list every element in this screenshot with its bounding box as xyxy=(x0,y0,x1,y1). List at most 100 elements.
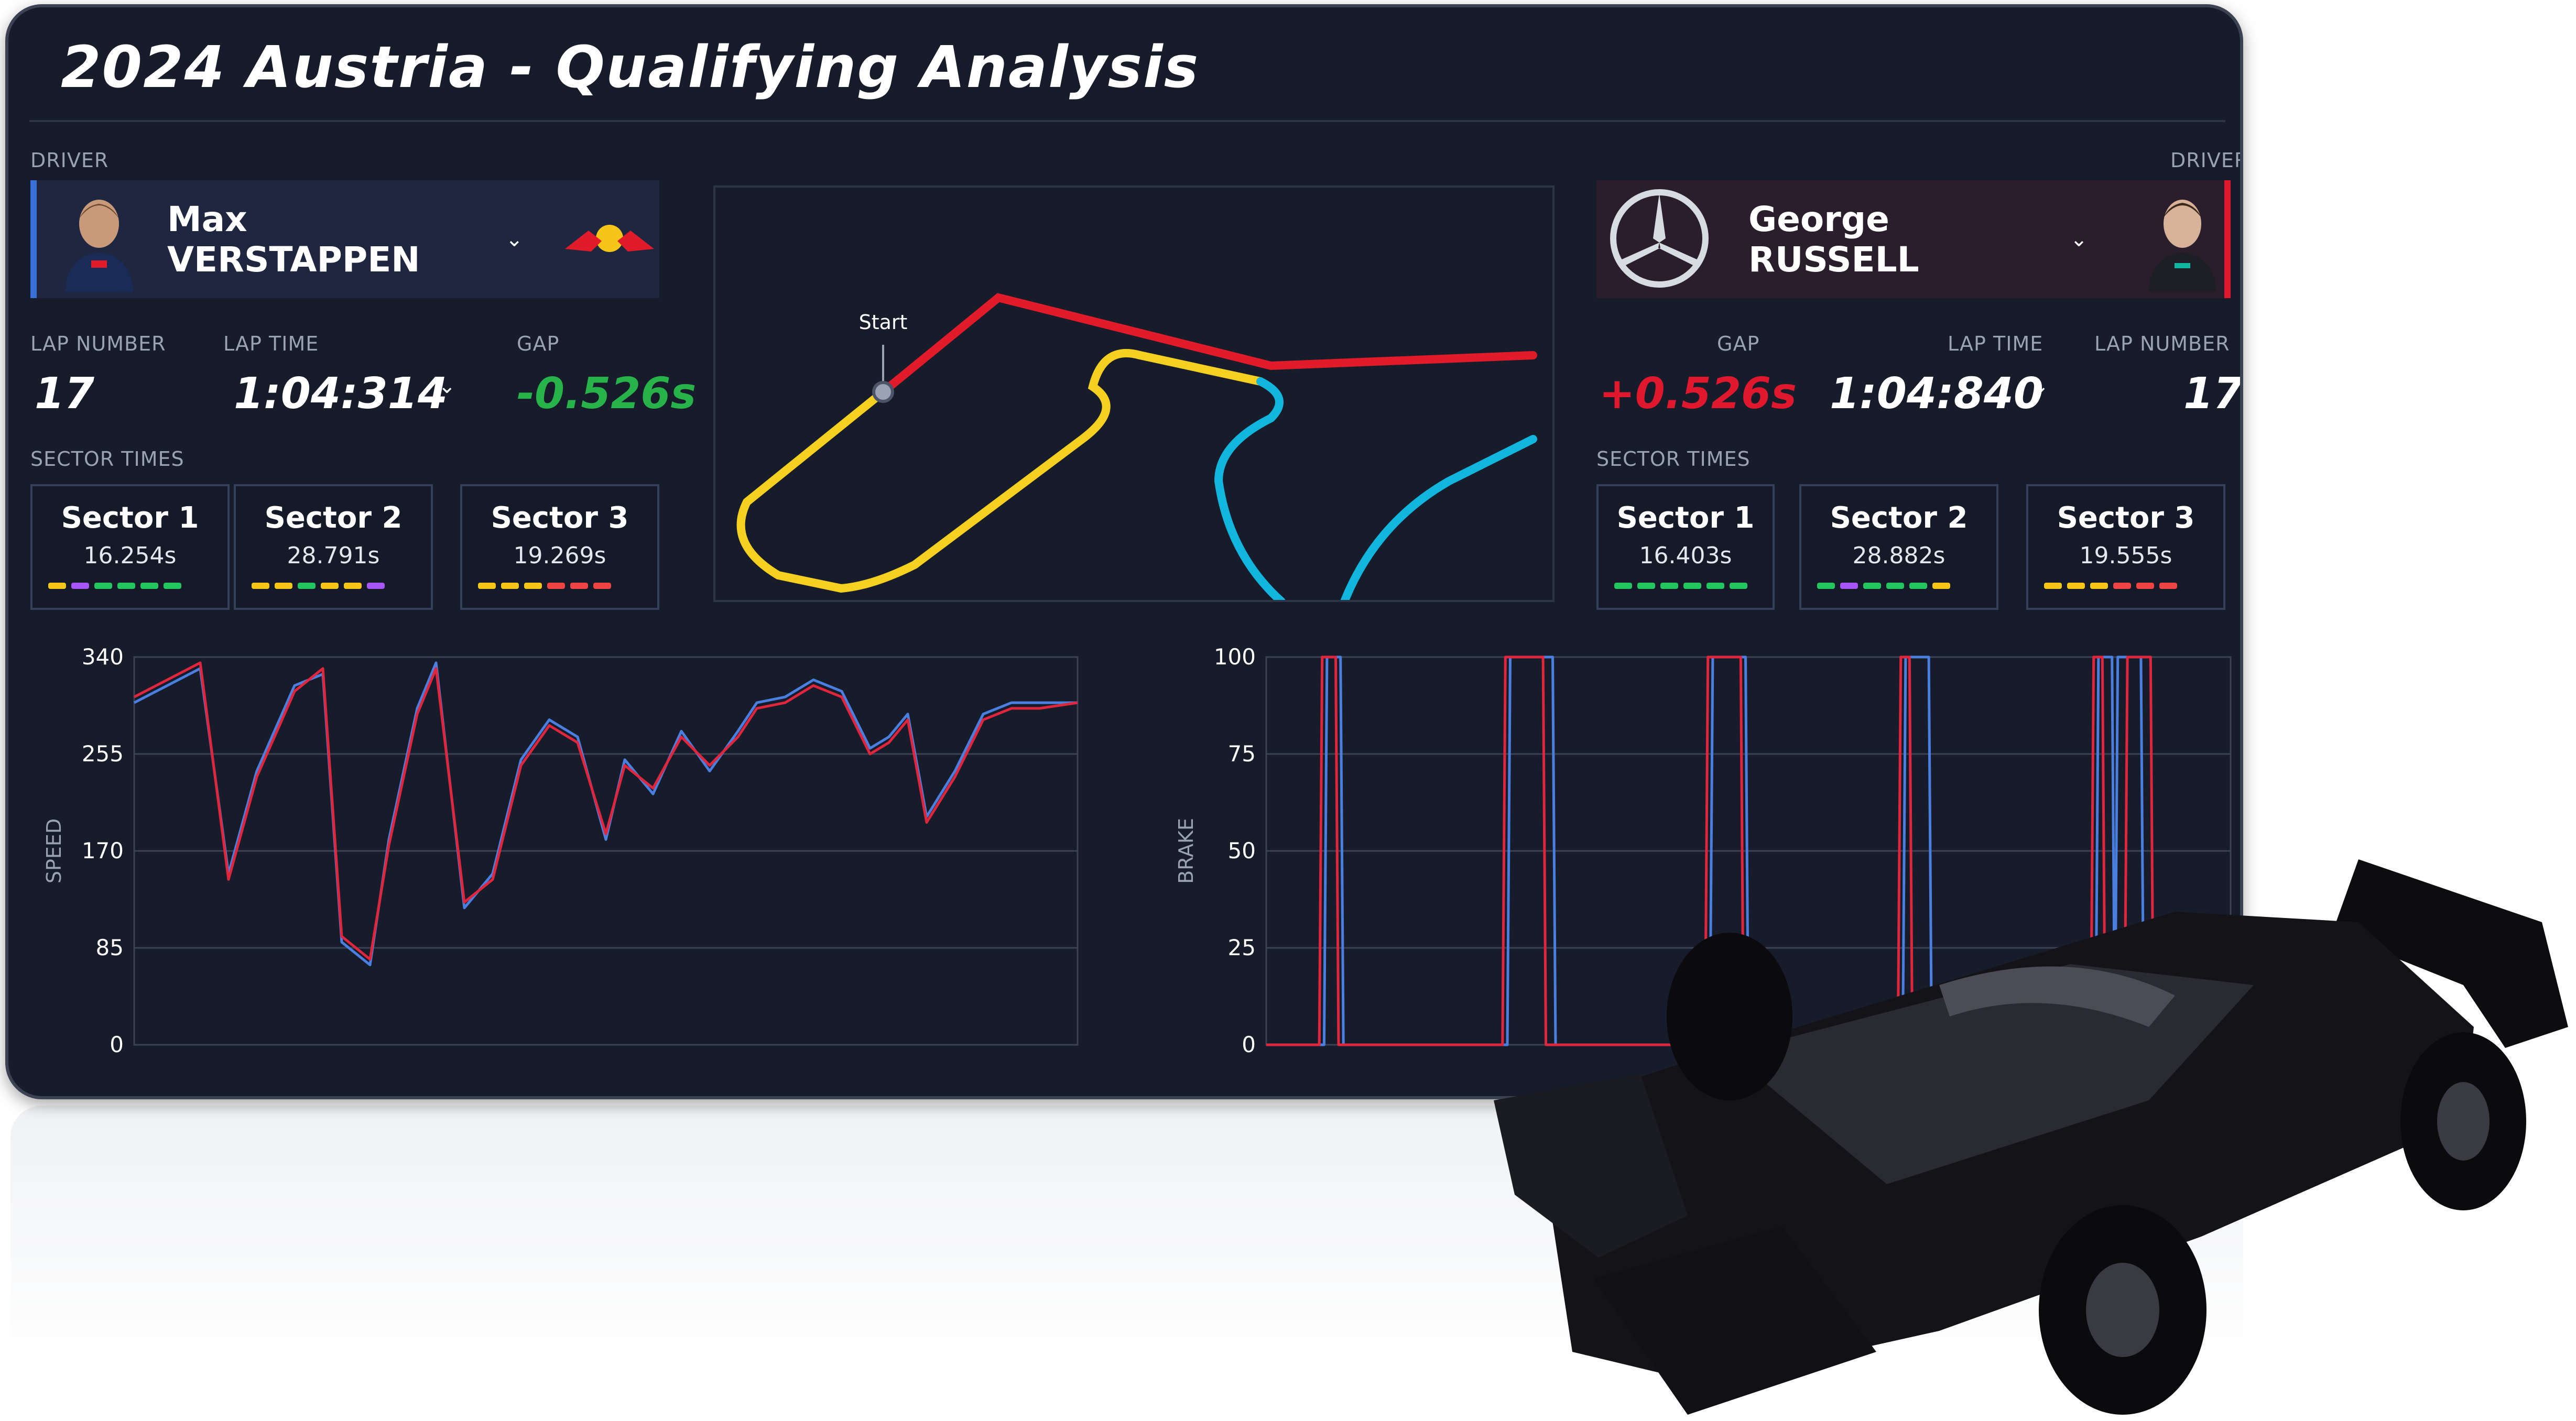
lap-time-dropdown-icon[interactable]: ⌄ xyxy=(438,374,456,398)
track-sector-3 xyxy=(1214,377,1537,606)
track-sector-2 xyxy=(736,349,1265,593)
mini-sector-bar xyxy=(252,583,269,589)
mini-sector-bar xyxy=(2044,583,2062,589)
y-tick-label: 0 xyxy=(1242,1032,1256,1057)
sector-time: 16.403s xyxy=(1639,542,1732,569)
mini-sector-bar xyxy=(1863,583,1881,589)
chevron-down-icon: ⌄ xyxy=(505,227,523,252)
right-lap-number-label: LAP NUMBER xyxy=(2094,332,2230,355)
y-tick-label: 75 xyxy=(1228,741,1256,767)
y-tick-label: 50 xyxy=(1228,838,1256,863)
right-lap-time-label: LAP TIME xyxy=(1948,332,2044,355)
mini-sector-bar xyxy=(524,583,542,589)
mini-sector-bar xyxy=(367,583,385,589)
y-tick-label: 25 xyxy=(1228,935,1256,960)
mini-sector-bar xyxy=(1840,583,1858,589)
start-label: Start xyxy=(859,311,908,334)
mini-sector-bar xyxy=(2159,583,2177,589)
right-driver-name: George RUSSELL xyxy=(1748,199,1919,280)
mini-sector-bar xyxy=(321,583,339,589)
left-lap-number-label: LAP NUMBER xyxy=(30,332,166,355)
left-lap-time[interactable]: 1:04:314 xyxy=(234,369,448,419)
y-axis-label: BRAKE xyxy=(1175,818,1198,884)
left-lap-time-label: LAP TIME xyxy=(223,332,319,355)
mini-sector-bar xyxy=(1932,583,1950,589)
right-sector-times-label: SECTOR TIMES xyxy=(1596,447,1751,471)
mini-sector-bar xyxy=(140,583,158,589)
sector-time: 16.254s xyxy=(83,542,177,569)
right-driver-selector[interactable]: George RUSSELL ⌄ xyxy=(1596,180,2231,298)
mini-sector-bar xyxy=(1660,583,1678,589)
red-bull-logo-icon xyxy=(560,210,659,269)
mini-sector-bar xyxy=(2090,583,2108,589)
mini-sectors xyxy=(252,583,385,589)
mini-sector-bar xyxy=(48,583,66,589)
left-gap-label: GAP xyxy=(517,332,560,355)
title-divider xyxy=(29,120,2225,122)
series-line-0 xyxy=(133,661,1078,967)
mini-sector-bar xyxy=(478,583,496,589)
mini-sector-bar xyxy=(1614,583,1632,589)
right-sector-3: Sector 3 19.555s xyxy=(2026,484,2225,610)
left-sector-3: Sector 3 19.269s xyxy=(460,484,659,610)
sector-name: Sector 3 xyxy=(2057,501,2195,535)
mini-sector-bar xyxy=(298,583,316,589)
mini-sector-bar xyxy=(570,583,588,589)
verstappen-avatar xyxy=(58,187,141,292)
right-lap-number: 17 xyxy=(2183,369,2243,419)
mini-sectors xyxy=(48,583,181,589)
mini-sector-bar xyxy=(547,583,565,589)
left-sector-2: Sector 2 28.791s xyxy=(234,484,433,610)
left-sector-1: Sector 1 16.254s xyxy=(30,484,230,610)
y-axis-label: SPEED xyxy=(42,818,66,883)
sector-time: 19.555s xyxy=(2079,542,2172,569)
sector-name: Sector 2 xyxy=(264,501,403,535)
y-tick-label: 340 xyxy=(82,647,124,670)
sector-name: Sector 3 xyxy=(491,501,629,535)
mini-sectors xyxy=(2044,583,2177,589)
right-driver-label: DRIVER xyxy=(2170,149,2243,172)
left-lap-number: 17 xyxy=(35,369,95,419)
page-title: 2024 Austria - Qualifying Analysis xyxy=(61,34,1200,101)
mini-sector-bar xyxy=(593,583,611,589)
mini-sector-bar xyxy=(1886,583,1904,589)
right-sector-2: Sector 2 28.882s xyxy=(1799,484,1998,610)
sector-name: Sector 1 xyxy=(61,501,199,535)
sector-name: Sector 2 xyxy=(1830,501,1968,535)
mini-sector-bar xyxy=(117,583,135,589)
mini-sector-bar xyxy=(164,583,181,589)
start-marker xyxy=(872,381,894,403)
sector-name: Sector 1 xyxy=(1616,501,1755,535)
left-gap-value: -0.526s xyxy=(517,369,697,419)
mini-sector-bar xyxy=(1817,583,1835,589)
mini-sectors xyxy=(1614,583,1747,589)
mini-sector-bar xyxy=(1637,583,1655,589)
mini-sector-bar xyxy=(1730,583,1747,589)
series-line-1 xyxy=(133,661,1078,961)
mini-sector-bar xyxy=(1683,583,1701,589)
right-sector-1: Sector 1 16.403s xyxy=(1596,484,1775,610)
russell-avatar xyxy=(2140,187,2224,292)
left-driver-selector[interactable]: Max VERSTAPPEN ⌄ xyxy=(30,180,659,298)
track-map: Start xyxy=(713,185,1555,606)
y-tick-label: 170 xyxy=(82,838,124,863)
track-sector-1 xyxy=(879,293,1537,396)
left-driver-name: Max VERSTAPPEN xyxy=(167,199,420,280)
y-tick-label: 85 xyxy=(96,935,124,960)
mini-sector-bar xyxy=(94,583,112,589)
left-driver-label: DRIVER xyxy=(30,149,109,172)
mini-sector-bar xyxy=(501,583,519,589)
mini-sectors xyxy=(478,583,611,589)
sector-time: 19.269s xyxy=(513,542,606,569)
sector-time: 28.791s xyxy=(287,542,380,569)
lap-time-dropdown-icon[interactable]: ⌄ xyxy=(2031,374,2049,398)
speed-chart: 0 85 170 255 340 SPEED xyxy=(42,647,1079,1057)
right-lap-time[interactable]: 1:04:840 xyxy=(1830,369,2044,419)
mini-sectors xyxy=(1817,583,1950,589)
right-gap-label: GAP xyxy=(1717,332,1760,355)
mini-sector-bar xyxy=(71,583,89,589)
mini-sector-bar xyxy=(2113,583,2131,589)
mini-sector-bar xyxy=(2067,583,2085,589)
y-tick-label: 0 xyxy=(110,1032,124,1057)
y-tick-label: 100 xyxy=(1214,647,1256,670)
